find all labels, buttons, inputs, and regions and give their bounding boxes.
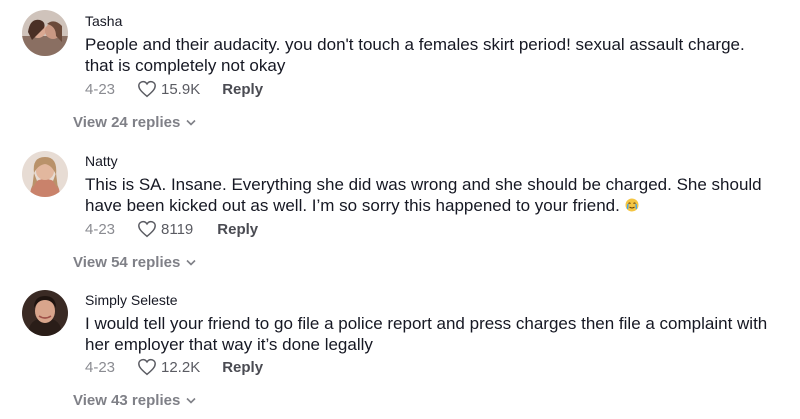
view-replies-label: View 54 replies [73,254,181,271]
avatar[interactable] [22,290,68,336]
reply-button[interactable]: Reply [222,359,263,376]
view-replies-label: View 43 replies [73,392,181,409]
heart-outline-icon [138,80,156,98]
comment-username[interactable]: Simply Seleste [85,292,178,308]
avatar[interactable] [22,10,68,56]
comment-text: This is SA. Insane. Everything she did w… [85,174,775,216]
like-count: 12.2K [161,358,201,376]
view-replies-button[interactable]: View 54 replies [73,254,196,271]
like-button[interactable]: 12.2K [137,358,200,376]
avatar[interactable] [22,151,68,197]
comment-date: 4-23 [85,80,116,98]
comment-text: People and their audacity. you don't tou… [85,35,745,75]
comment-item: Simply Seleste I would tell your friend … [0,290,800,419]
comment-meta: 4-23 12.2K Reply [85,358,263,376]
comment-item: Natty This is SA. Insane. Everything she… [0,151,800,281]
avatar-image [22,151,68,197]
chevron-down-icon [186,259,196,266]
comment-meta: 4-23 8119 Reply [85,220,258,238]
like-count: 15.9K [161,80,201,98]
heart-outline-icon [138,358,156,376]
view-replies-label: View 24 replies [73,114,181,131]
reply-button[interactable]: Reply [222,81,263,98]
comment-text-body: This is SA. Insane. Everything she did w… [85,175,762,215]
crying-face-icon [625,196,639,212]
comment-item: Tasha People and their audacity. you don… [0,10,800,140]
like-button[interactable]: 15.9K [137,80,200,98]
chevron-down-icon [186,119,196,126]
comment-date: 4-23 [85,358,116,376]
comment-text: I would tell your friend to go file a po… [85,314,768,354]
comment-meta: 4-23 15.9K Reply [85,80,263,98]
comment-date: 4-23 [85,220,116,238]
view-replies-button[interactable]: View 24 replies [73,114,196,131]
avatar-image [22,10,68,56]
reply-button[interactable]: Reply [217,221,258,238]
heart-outline-icon [138,220,156,238]
comment-username[interactable]: Tasha [85,13,122,29]
like-button[interactable]: 8119 [137,220,193,238]
chevron-down-icon [186,397,196,404]
like-count: 8119 [161,220,194,238]
avatar-image [22,290,68,336]
comment-username[interactable]: Natty [85,153,118,169]
view-replies-button[interactable]: View 43 replies [73,392,196,409]
